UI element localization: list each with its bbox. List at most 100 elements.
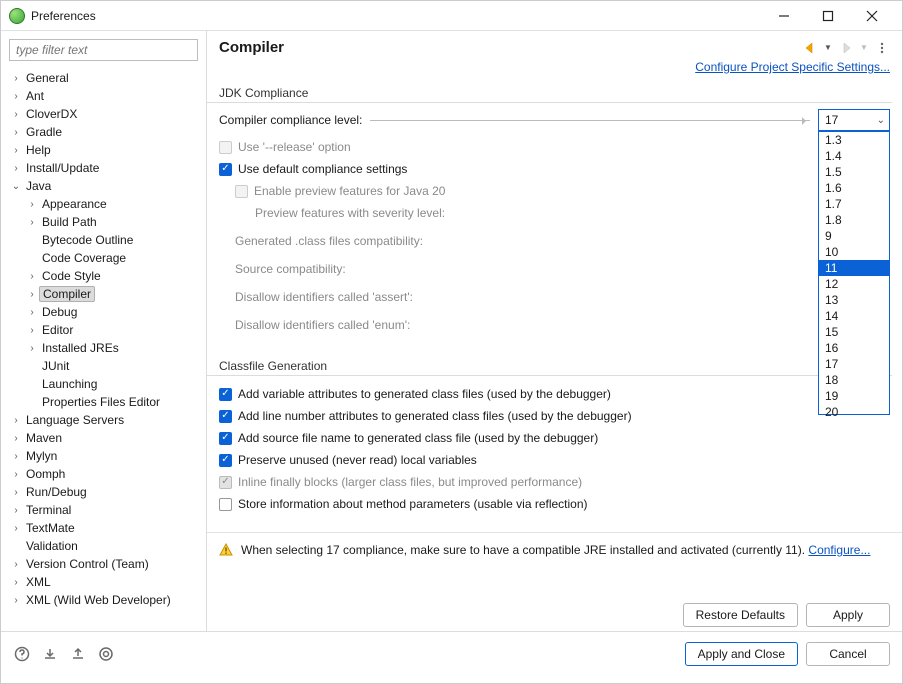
- tree-item-junit[interactable]: JUnit: [5, 357, 202, 375]
- back-icon[interactable]: [802, 40, 818, 56]
- tree-item-xml-wild-web-developer-[interactable]: ›XML (Wild Web Developer): [5, 591, 202, 609]
- minimize-button[interactable]: [762, 2, 806, 30]
- oomph-icon[interactable]: [97, 645, 115, 663]
- tree-item-terminal[interactable]: ›Terminal: [5, 501, 202, 519]
- tree-item-editor[interactable]: ›Editor: [5, 321, 202, 339]
- help-icon[interactable]: [13, 645, 31, 663]
- tree-item-xml[interactable]: ›XML: [5, 573, 202, 591]
- compliance-option-1-4[interactable]: 1.4: [819, 148, 889, 164]
- import-icon[interactable]: [41, 645, 59, 663]
- compliance-option-15[interactable]: 15: [819, 324, 889, 340]
- tree-twisty-icon[interactable]: ›: [25, 289, 39, 300]
- store-params-checkbox[interactable]: [219, 498, 232, 511]
- compliance-option-18[interactable]: 18: [819, 372, 889, 388]
- compliance-dropdown[interactable]: 1.31.41.51.61.71.89101112131415161718192…: [818, 131, 890, 415]
- restore-defaults-button[interactable]: Restore Defaults: [683, 603, 798, 627]
- tree-twisty-icon[interactable]: ›: [9, 595, 23, 606]
- tree-item-oomph[interactable]: ›Oomph: [5, 465, 202, 483]
- warning-configure-link[interactable]: Configure...: [808, 543, 870, 557]
- tree-item-launching[interactable]: Launching: [5, 375, 202, 393]
- compliance-option-17[interactable]: 17: [819, 356, 889, 372]
- tree-twisty-icon[interactable]: ›: [9, 505, 23, 516]
- tree-twisty-icon[interactable]: ›: [25, 307, 39, 318]
- cancel-button[interactable]: Cancel: [806, 642, 890, 666]
- tree-twisty-icon[interactable]: ›: [9, 433, 23, 444]
- tree-twisty-icon[interactable]: ›: [9, 523, 23, 534]
- tree-item-general[interactable]: ›General: [5, 69, 202, 87]
- tree-twisty-icon[interactable]: ›: [9, 145, 23, 156]
- compliance-option-10[interactable]: 10: [819, 244, 889, 260]
- tree-twisty-icon[interactable]: ›: [9, 559, 23, 570]
- tree-twisty-icon[interactable]: ›: [9, 91, 23, 102]
- compliance-option-1-5[interactable]: 1.5: [819, 164, 889, 180]
- tree-item-build-path[interactable]: ›Build Path: [5, 213, 202, 231]
- configure-project-link[interactable]: Configure Project Specific Settings...: [695, 60, 890, 74]
- tree-item-mylyn[interactable]: ›Mylyn: [5, 447, 202, 465]
- tree-item-ant[interactable]: ›Ant: [5, 87, 202, 105]
- tree-item-debug[interactable]: ›Debug: [5, 303, 202, 321]
- tree-item-properties-files-editor[interactable]: Properties Files Editor: [5, 393, 202, 411]
- tree-twisty-icon[interactable]: ›: [25, 343, 39, 354]
- tree-item-bytecode-outline[interactable]: Bytecode Outline: [5, 231, 202, 249]
- add-line-checkbox[interactable]: ✓: [219, 410, 232, 423]
- compliance-option-1-8[interactable]: 1.8: [819, 212, 889, 228]
- compliance-combo[interactable]: 17 ⌄: [818, 109, 890, 131]
- close-button[interactable]: [850, 2, 894, 30]
- tree-twisty-icon[interactable]: ›: [9, 577, 23, 588]
- add-src-checkbox[interactable]: ✓: [219, 432, 232, 445]
- tree-item-maven[interactable]: ›Maven: [5, 429, 202, 447]
- apply-and-close-button[interactable]: Apply and Close: [685, 642, 798, 666]
- compliance-option-1-7[interactable]: 1.7: [819, 196, 889, 212]
- tree-item-install-update[interactable]: ›Install/Update: [5, 159, 202, 177]
- tree-twisty-icon[interactable]: ›: [9, 73, 23, 84]
- tree-twisty-icon[interactable]: ⌄: [9, 181, 23, 192]
- compliance-option-19[interactable]: 19: [819, 388, 889, 404]
- tree-item-textmate[interactable]: ›TextMate: [5, 519, 202, 537]
- compliance-option-13[interactable]: 13: [819, 292, 889, 308]
- tree-twisty-icon[interactable]: ›: [9, 127, 23, 138]
- compliance-option-1-6[interactable]: 1.6: [819, 180, 889, 196]
- tree-twisty-icon[interactable]: ›: [9, 109, 23, 120]
- filter-input[interactable]: [9, 39, 198, 61]
- forward-icon[interactable]: [838, 40, 854, 56]
- tree-item-language-servers[interactable]: ›Language Servers: [5, 411, 202, 429]
- use-default-checkbox[interactable]: ✓: [219, 163, 232, 176]
- tree-twisty-icon[interactable]: ›: [9, 163, 23, 174]
- compliance-option-14[interactable]: 14: [819, 308, 889, 324]
- tree-twisty-icon[interactable]: ›: [25, 271, 39, 282]
- compliance-option-1-3[interactable]: 1.3: [819, 132, 889, 148]
- tree-twisty-icon[interactable]: ›: [25, 325, 39, 336]
- apply-button[interactable]: Apply: [806, 603, 890, 627]
- tree-twisty-icon[interactable]: ›: [25, 217, 39, 228]
- tree-twisty-icon[interactable]: ›: [9, 469, 23, 480]
- tree-item-run-debug[interactable]: ›Run/Debug: [5, 483, 202, 501]
- view-menu-icon[interactable]: [874, 40, 890, 56]
- tree-item-installed-jres[interactable]: ›Installed JREs: [5, 339, 202, 357]
- tree-item-code-style[interactable]: ›Code Style: [5, 267, 202, 285]
- tree-item-gradle[interactable]: ›Gradle: [5, 123, 202, 141]
- add-var-checkbox[interactable]: ✓: [219, 388, 232, 401]
- tree-item-appearance[interactable]: ›Appearance: [5, 195, 202, 213]
- tree-item-validation[interactable]: Validation: [5, 537, 202, 555]
- compliance-option-11[interactable]: 11: [819, 260, 889, 276]
- preserve-unused-checkbox[interactable]: ✓: [219, 454, 232, 467]
- tree-twisty-icon[interactable]: ›: [9, 487, 23, 498]
- forward-menu-icon[interactable]: ▼: [856, 40, 872, 56]
- tree-item-cloverdx[interactable]: ›CloverDX: [5, 105, 202, 123]
- tree-twisty-icon[interactable]: ›: [9, 415, 23, 426]
- compliance-option-12[interactable]: 12: [819, 276, 889, 292]
- tree-item-java[interactable]: ⌄Java: [5, 177, 202, 195]
- preferences-tree[interactable]: ›General›Ant›CloverDX›Gradle›Help›Instal…: [1, 69, 206, 631]
- tree-twisty-icon[interactable]: ›: [25, 199, 39, 210]
- back-menu-icon[interactable]: ▼: [820, 40, 836, 56]
- tree-item-version-control-team-[interactable]: ›Version Control (Team): [5, 555, 202, 573]
- tree-item-compiler[interactable]: ›Compiler: [5, 285, 202, 303]
- compliance-option-16[interactable]: 16: [819, 340, 889, 356]
- compliance-option-9[interactable]: 9: [819, 228, 889, 244]
- tree-twisty-icon[interactable]: ›: [9, 451, 23, 462]
- export-icon[interactable]: [69, 645, 87, 663]
- maximize-button[interactable]: [806, 2, 850, 30]
- tree-item-code-coverage[interactable]: Code Coverage: [5, 249, 202, 267]
- compliance-option-20[interactable]: 20: [819, 404, 889, 420]
- tree-item-help[interactable]: ›Help: [5, 141, 202, 159]
